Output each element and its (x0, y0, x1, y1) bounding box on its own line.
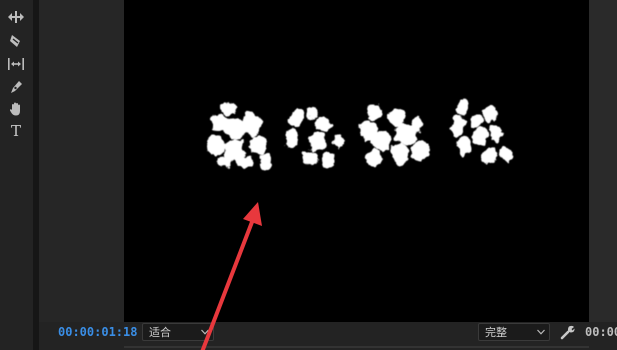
wrench-icon[interactable] (560, 324, 576, 340)
playhead-timecode[interactable]: 00:00:01:18 (58, 324, 137, 340)
smoke-text-glyph (451, 100, 512, 164)
playback-resolution-label: 完整 (485, 326, 507, 339)
hand-icon[interactable] (6, 100, 26, 118)
duration-timecode: 00:00 (585, 325, 617, 339)
premiere-workspace: T 00:00:01:18 适合 完整 00:0 (0, 0, 617, 350)
chevron-down-icon (537, 329, 545, 335)
chevron-down-icon (201, 329, 209, 335)
zoom-fit-dropdown[interactable]: 适合 (142, 323, 214, 341)
playback-resolution-dropdown[interactable]: 完整 (478, 323, 550, 341)
video-preview (124, 0, 589, 322)
tools-panel: T (0, 0, 33, 350)
monitor-edge-strip (589, 0, 617, 322)
type-tool-icon[interactable]: T (6, 122, 26, 140)
track-select-icon[interactable] (6, 8, 26, 26)
razor-icon[interactable] (6, 32, 26, 50)
smoke-text-glyph (207, 102, 272, 169)
timeline-scrubber[interactable] (124, 346, 589, 348)
smoke-text-glyph (285, 105, 343, 169)
pen-icon[interactable] (6, 78, 26, 96)
zoom-fit-label: 适合 (149, 326, 171, 339)
slip-icon[interactable] (6, 55, 26, 73)
smoke-text-glyph (359, 104, 428, 166)
